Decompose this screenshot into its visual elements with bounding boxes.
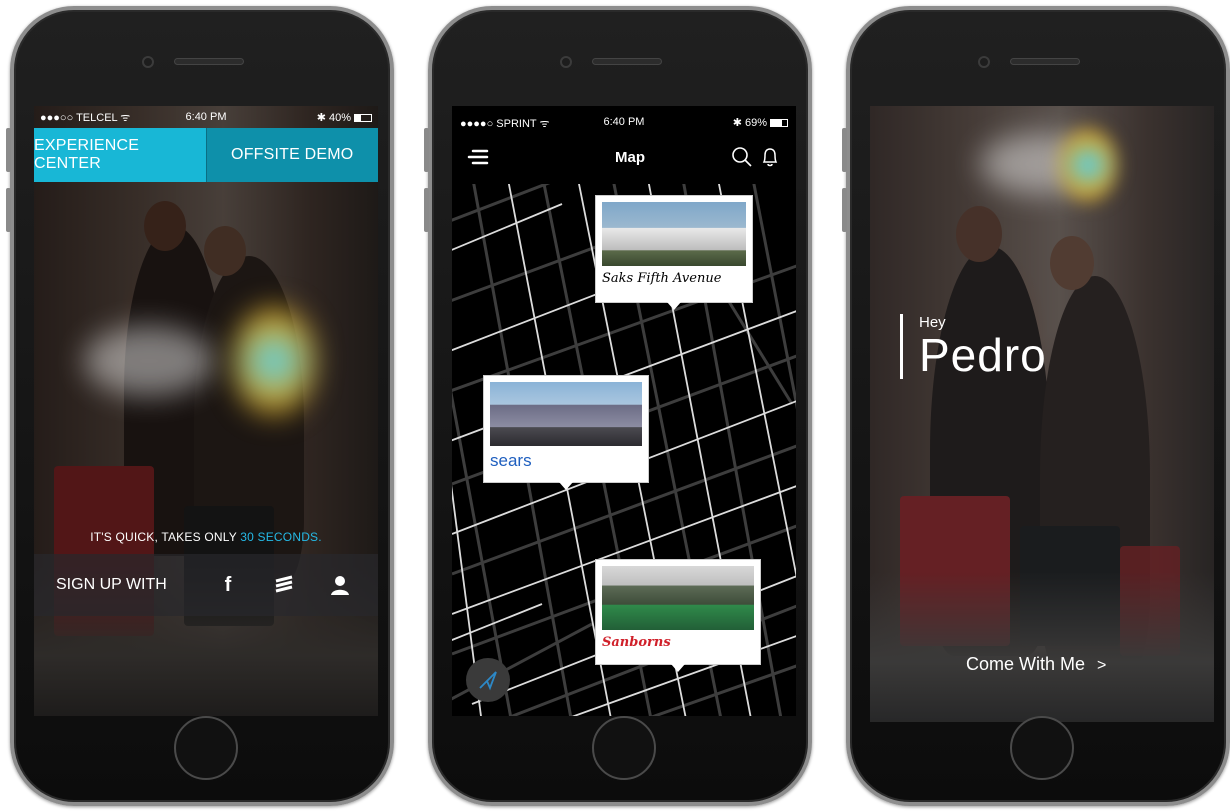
store-photo-sanborns xyxy=(602,566,754,630)
signup-label: SIGN UP WITH xyxy=(56,576,167,593)
signup-screen: ●●●○○ TELCEL ᯤ 6:40 PM ✱ 40% EXPERIENCE … xyxy=(34,106,378,716)
phone-map: ●●●●○ SPRINT ᯤ 6:40 PM ✱ 69% Map Saks Fi… xyxy=(424,6,812,806)
battery-icon xyxy=(354,113,373,122)
cta-label: Come With Me xyxy=(966,654,1086,674)
store-photo-saks xyxy=(602,202,746,266)
chevron-right-icon: > xyxy=(1097,657,1107,674)
front-camera xyxy=(560,56,572,68)
store-name-saks: Saks Fifth Avenue xyxy=(602,271,722,286)
tagline: IT'S QUICK, TAKES ONLY 30 SECONDS. xyxy=(90,530,322,544)
home-button[interactable] xyxy=(1010,716,1074,780)
map-pin-sears[interactable]: sears xyxy=(484,376,648,490)
user-name: Pedro xyxy=(919,329,1047,381)
battery-status: ✱ 40% xyxy=(261,111,373,124)
search-icon[interactable] xyxy=(728,143,756,171)
signup-bar: SIGN UP WITH f xyxy=(34,554,378,616)
bell-icon[interactable] xyxy=(756,143,784,171)
home-button[interactable] xyxy=(592,716,656,780)
earpiece-speaker xyxy=(174,58,244,65)
front-camera xyxy=(978,56,990,68)
store-photo-sears xyxy=(490,382,642,446)
tab-offsite-demo[interactable]: OFFSITE DEMO xyxy=(205,128,378,182)
phone-signup: ●●●○○ TELCEL ᯤ 6:40 PM ✱ 40% EXPERIENCE … xyxy=(6,6,394,806)
clock: 6:40 PM xyxy=(603,116,645,128)
tagline-highlight: 30 SECONDS. xyxy=(240,530,322,544)
stack-icon[interactable] xyxy=(268,569,300,601)
mode-tabs: EXPERIENCE CENTER OFFSITE DEMO xyxy=(34,128,378,182)
logo-mark-blurred xyxy=(234,306,314,416)
front-camera xyxy=(142,56,154,68)
facebook-icon[interactable]: f xyxy=(212,569,244,601)
map-pin-sanborns[interactable]: Sanborns xyxy=(596,560,760,672)
greeting: Hey Pedro xyxy=(900,314,1047,379)
map-header: Map xyxy=(452,138,796,176)
store-name-sears: sears xyxy=(490,451,532,470)
page-title: Map xyxy=(615,148,645,166)
compass-icon[interactable] xyxy=(466,658,510,702)
carrier: ●●●●○ SPRINT ᯤ xyxy=(460,118,550,130)
logo-mark-blurred xyxy=(1060,128,1116,202)
battery-status: ✱ 69% xyxy=(679,116,788,132)
earpiece-speaker xyxy=(592,58,662,65)
earpiece-speaker xyxy=(1010,58,1080,65)
status-bar: ●●●●○ SPRINT ᯤ 6:40 PM ✱ 69% xyxy=(452,116,796,132)
store-name-sanborns: Sanborns xyxy=(602,635,671,650)
carrier: ●●●○○ TELCEL ᯤ xyxy=(40,111,131,124)
tab-experience-center[interactable]: EXPERIENCE CENTER xyxy=(34,128,206,182)
menu-icon[interactable] xyxy=(464,143,492,171)
home-button[interactable] xyxy=(174,716,238,780)
logo-blurred xyxy=(84,326,214,396)
clock: 6:40 PM xyxy=(185,111,227,123)
battery-icon xyxy=(769,119,788,128)
come-with-me-button[interactable]: Come With Me > xyxy=(966,654,1106,675)
status-bar: ●●●○○ TELCEL ᯤ 6:40 PM ✱ 40% xyxy=(34,106,378,128)
map-pin-saks[interactable]: Saks Fifth Avenue xyxy=(596,196,752,310)
map-screen: ●●●●○ SPRINT ᯤ 6:40 PM ✱ 69% Map Saks Fi… xyxy=(452,106,796,716)
welcome-screen: Hey Pedro Come With Me > xyxy=(870,106,1214,722)
user-icon[interactable] xyxy=(324,569,356,601)
phone-welcome: Hey Pedro Come With Me > xyxy=(842,6,1230,806)
